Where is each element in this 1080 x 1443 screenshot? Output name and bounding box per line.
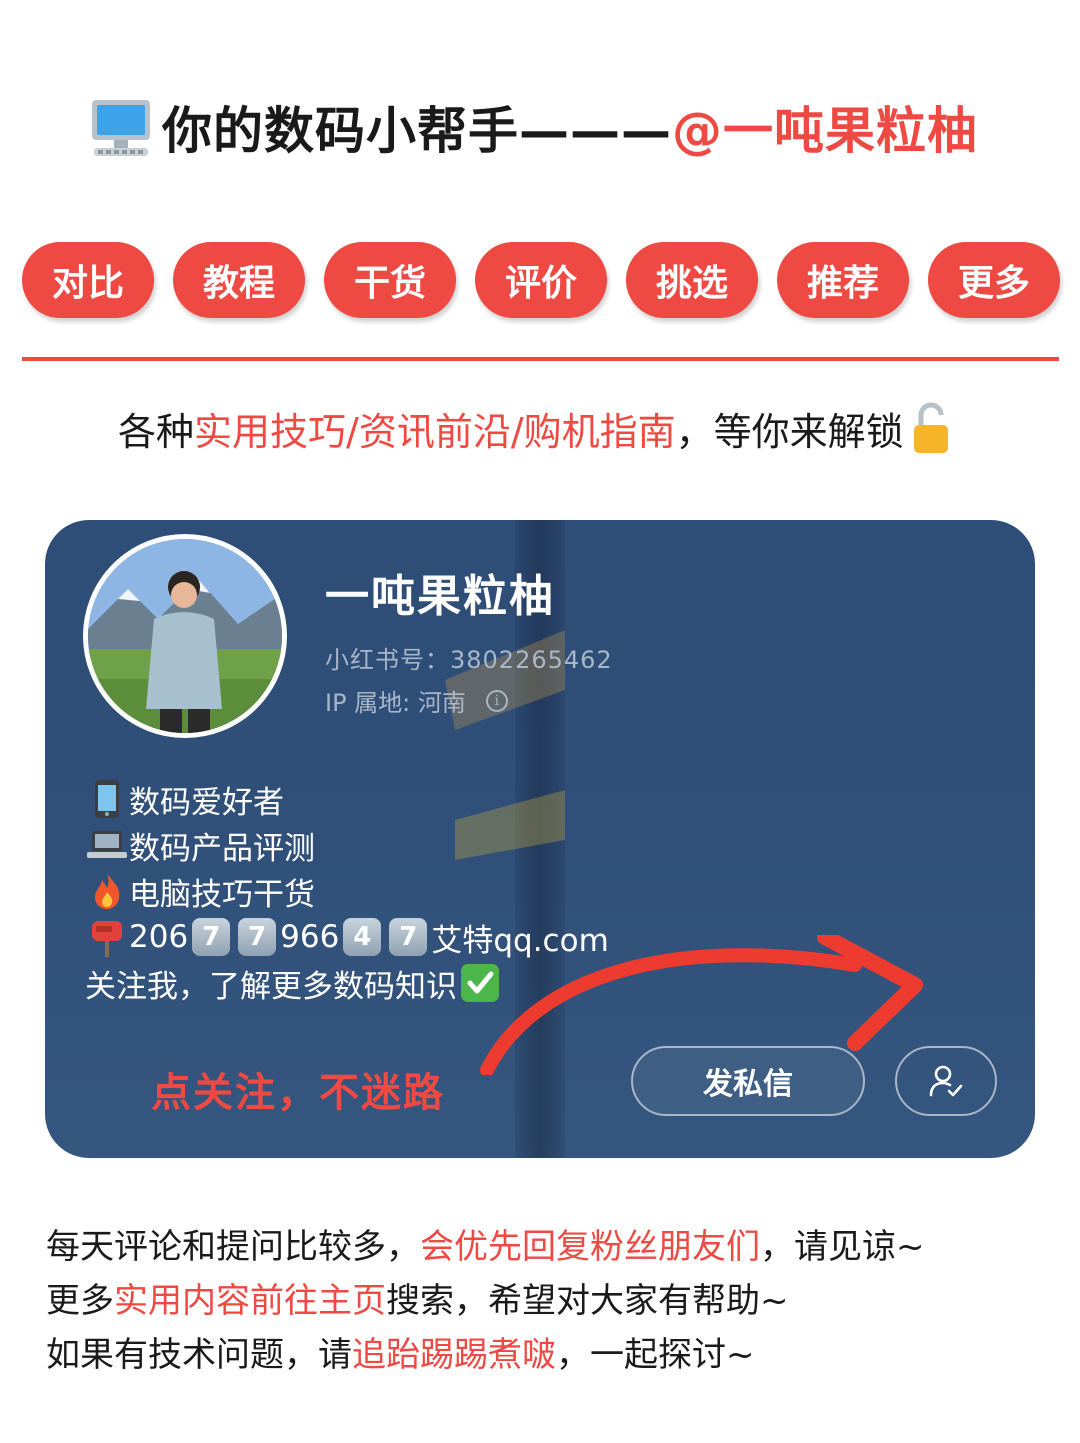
bio-text: 数码爱好者 <box>129 784 284 821</box>
footer-line: 如果有技术问题，请 追跆踢踢煮啵 ，一起探讨~ <box>46 1324 1046 1378</box>
follow-hint: 点关注，不迷路 <box>151 1070 445 1116</box>
subtitle: 各种 实用技巧/资讯前沿/购机指南 ，等你来解锁 <box>118 398 1018 458</box>
profile-name: 一吨果粒柚 <box>325 571 555 622</box>
footer-text-plain: ，一起探讨~ <box>556 1334 755 1375</box>
mailbox-icon <box>85 917 129 957</box>
user-follow-icon <box>929 1065 963 1097</box>
profile-card: 一吨果粒柚 小红书号：3802265462 IP 属地: 河南 i 数码爱好者 … <box>45 520 1035 1158</box>
divider <box>22 357 1059 361</box>
footer-text-highlight: 实用内容前往主页 <box>114 1280 386 1321</box>
contact-digits: 966 <box>280 919 340 955</box>
tag-recommend[interactable]: 推荐 <box>777 242 909 318</box>
tag-more[interactable]: 更多 <box>928 242 1060 318</box>
follow-button[interactable] <box>895 1046 997 1116</box>
footer-line: 更多 实用内容前往主页 搜索，希望对大家有帮助~ <box>46 1270 1046 1324</box>
profile-ip: IP 属地: 河南 i <box>325 683 625 718</box>
follow-line-text: 关注我，了解更多数码知识 <box>85 968 457 1005</box>
tag-row: 对比 教程 干货 评价 挑选 推荐 更多 <box>22 242 1060 318</box>
tag-tutorial[interactable]: 教程 <box>173 242 305 318</box>
bio-text: 数码产品评测 <box>129 830 315 867</box>
profile-ip-text: IP 属地: 河南 <box>325 689 466 717</box>
fire-icon <box>85 871 129 911</box>
bio-line: 数码产品评测 <box>85 822 785 868</box>
avatar[interactable] <box>83 534 287 738</box>
page-title: 你的数码小帮手——— @一吨果粒柚 <box>88 92 1008 162</box>
footer-text-highlight: 会优先回复粉丝朋友们 <box>420 1226 760 1267</box>
mobile-phone-icon <box>85 779 129 819</box>
subtitle-highlight: 实用技巧/资讯前沿/购机指南 <box>194 409 676 454</box>
keycap-digit: 4 <box>343 918 382 956</box>
subtitle-suffix: ，等你来解锁 <box>675 409 904 454</box>
footer-text-plain: 更多 <box>46 1280 114 1321</box>
bio-line: 电脑技巧干货 <box>85 868 785 914</box>
subtitle-prefix: 各种 <box>118 409 195 454</box>
title-handle: @一吨果粒柚 <box>672 102 978 160</box>
tag-choose[interactable]: 挑选 <box>626 242 758 318</box>
footer-text-plain: 每天评论和提问比较多， <box>46 1226 420 1267</box>
keycap-digit: 7 <box>238 918 277 956</box>
contact-digits: 206 <box>129 919 189 955</box>
footer-line: 每天评论和提问比较多， 会优先回复粉丝朋友们 ，请见谅~ <box>46 1216 1046 1270</box>
laptop-icon <box>85 825 129 865</box>
footer-text: 每天评论和提问比较多， 会优先回复粉丝朋友们 ，请见谅~ 更多 实用内容前往主页… <box>46 1216 1046 1378</box>
profile-id: 小红书号：3802265462 <box>325 646 613 674</box>
desktop-computer-icon <box>92 100 150 156</box>
tag-review[interactable]: 评价 <box>475 242 607 318</box>
footer-text-highlight: 追跆踢踢煮啵 <box>352 1334 556 1375</box>
tag-tips[interactable]: 干货 <box>324 242 456 318</box>
bio-text: 电脑技巧干货 <box>129 876 315 913</box>
footer-text-plain: 搜索，希望对大家有帮助~ <box>386 1280 789 1321</box>
keycap-digit: 7 <box>192 918 231 956</box>
tag-compare[interactable]: 对比 <box>22 242 154 318</box>
footer-text-plain: ，请见谅~ <box>760 1226 925 1267</box>
send-message-button[interactable]: 发私信 <box>631 1046 865 1116</box>
footer-text-plain: 如果有技术问题，请 <box>46 1334 352 1375</box>
unlocked-padlock-icon <box>913 402 948 453</box>
keycap-digit: 7 <box>389 918 428 956</box>
bio-line: 数码爱好者 <box>85 776 785 822</box>
info-icon[interactable]: i <box>485 689 508 712</box>
title-main: 你的数码小帮手——— <box>162 102 672 160</box>
